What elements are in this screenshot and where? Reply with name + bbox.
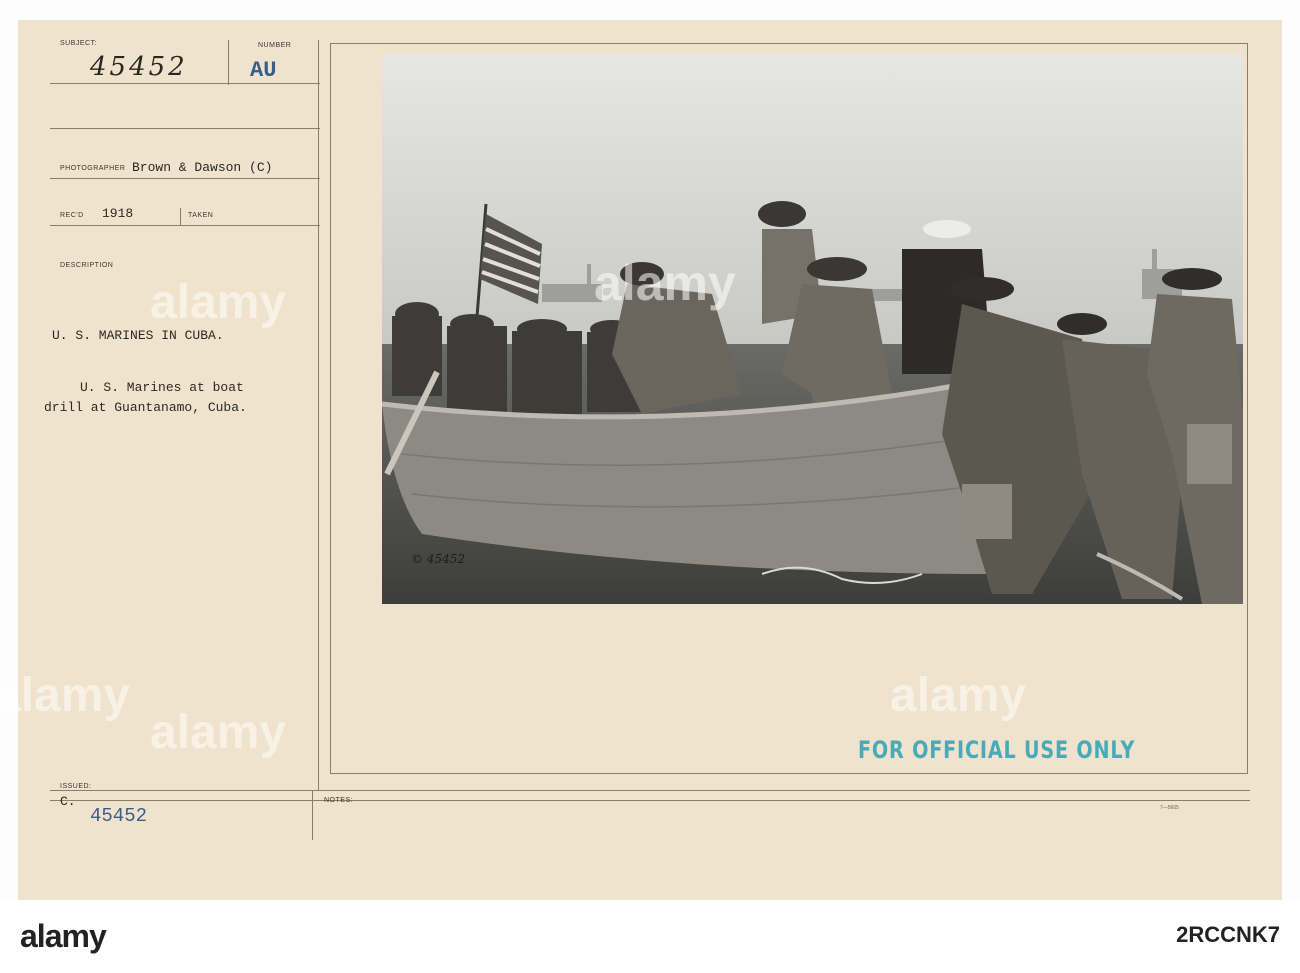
issued-prefix: C. xyxy=(60,794,76,809)
recd-value: 1918 xyxy=(102,206,134,221)
subject-value: 45452 xyxy=(90,52,188,82)
alamy-logo: alamy xyxy=(20,918,107,954)
image-id: 2RCCNK7 xyxy=(1176,922,1280,947)
number-value: AU xyxy=(250,58,277,83)
rule-subject-divider xyxy=(228,40,229,85)
rule-under-subject xyxy=(50,83,320,84)
description-title: U. S. MARINES IN CUBA. xyxy=(52,328,224,343)
card-watermark-left-top: alamy xyxy=(150,276,287,329)
rule-issued-divider xyxy=(312,790,313,840)
negative-number: © 45452 xyxy=(411,552,465,566)
photographer-value: Brown & Dawson (C) xyxy=(132,160,273,175)
photographer-label: PHOTOGRAPHER xyxy=(60,165,126,172)
photograph-marines-boat-drill: alamy xyxy=(382,54,1243,604)
card-watermark-left-mid: alamy xyxy=(0,669,131,722)
issued-label: ISSUED: xyxy=(60,783,92,790)
rule-under-photographer xyxy=(50,178,320,179)
description-line-2: drill at Guantanamo, Cuba. xyxy=(44,400,247,415)
taken-label: TAKEN xyxy=(188,212,214,219)
official-use-stamp: FOR OFFICIAL USE ONLY xyxy=(858,736,1136,764)
description-label: DESCRIPTION xyxy=(60,262,114,269)
rule-under-recd xyxy=(50,225,320,226)
issued-value: 45452 xyxy=(90,805,148,827)
watermark-footer: alamy 2RCCNK7 xyxy=(0,900,1300,973)
rule-mid xyxy=(50,128,320,129)
rule-recd-divider xyxy=(180,208,181,226)
form-code: 7—5605 xyxy=(1160,805,1179,811)
card-watermark-right-bottom: alamy xyxy=(890,669,1027,722)
rule-column-divider xyxy=(318,40,319,790)
rule-issued-bottom xyxy=(50,800,1250,801)
description-line-1: U. S. Marines at boat xyxy=(80,380,244,395)
card-watermark-left-bottom: alamy xyxy=(150,706,287,759)
subject-label: SUBJECT: xyxy=(60,40,98,47)
notes-label: NOTES: xyxy=(324,797,354,804)
photo-watermark: alamy xyxy=(594,255,736,311)
recd-label: REC'D xyxy=(60,212,84,219)
rule-issued-top xyxy=(50,790,1250,791)
number-label: NUMBER xyxy=(258,42,292,49)
